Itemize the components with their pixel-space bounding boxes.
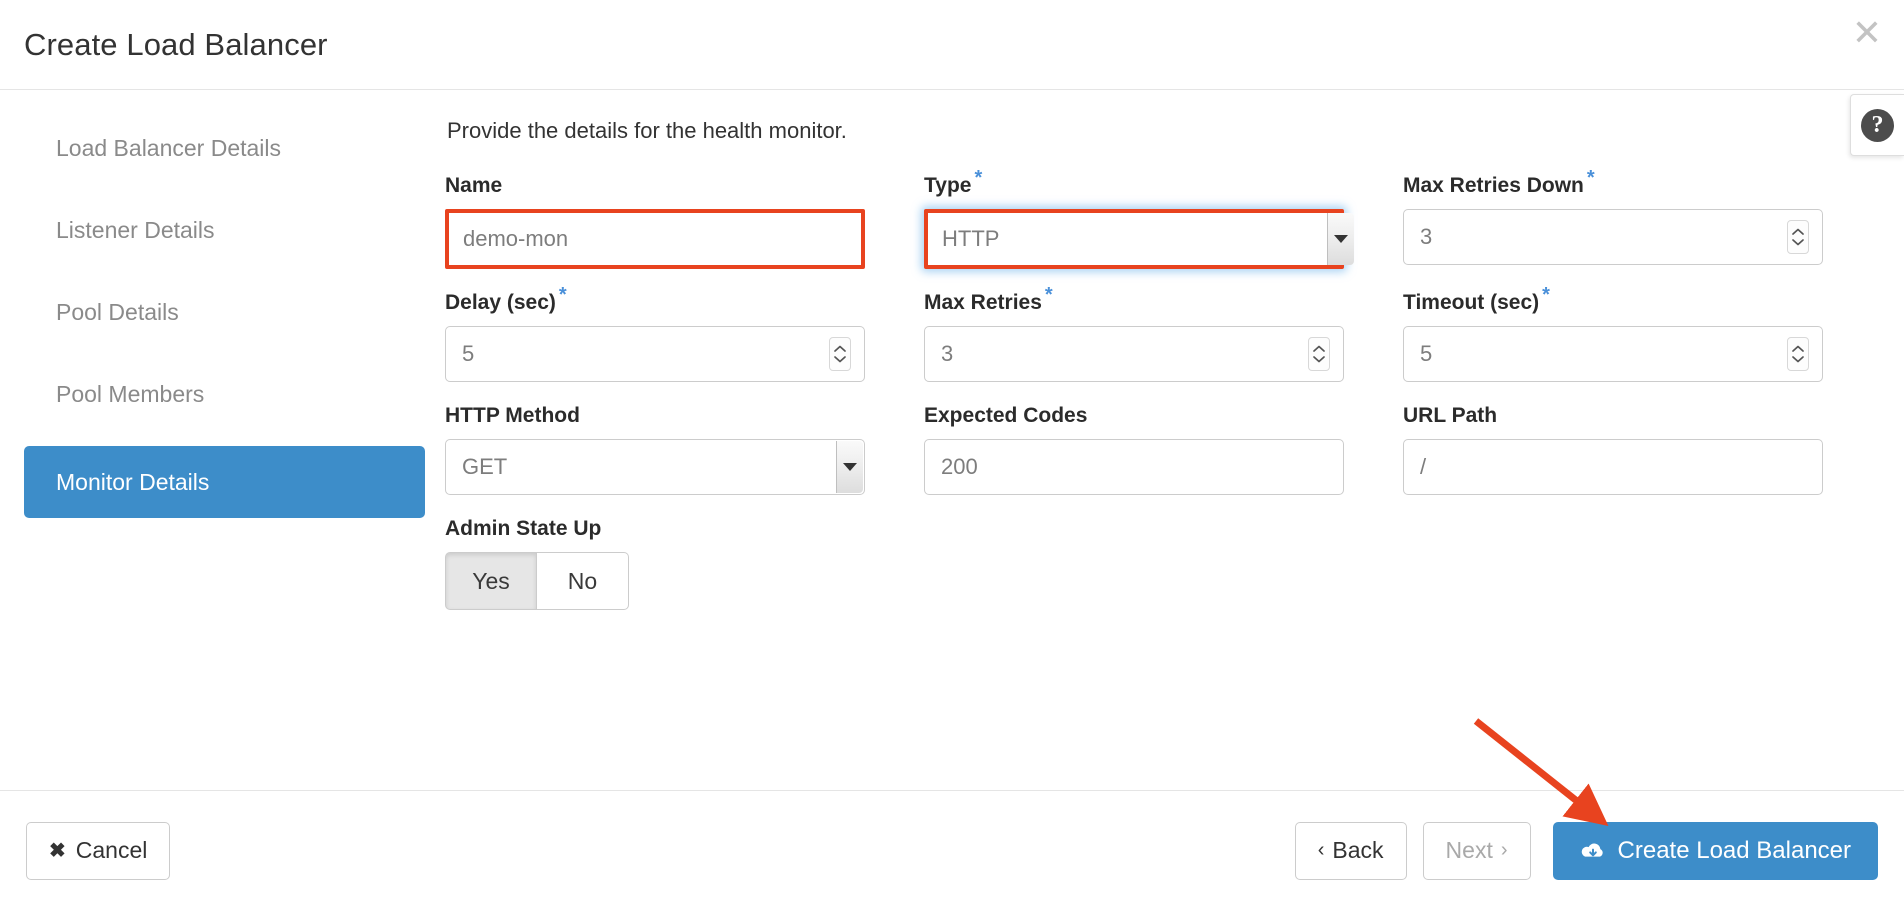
sidebar-item-load-balancer-details[interactable]: Load Balancer Details <box>24 118 425 178</box>
chevron-down-icon[interactable] <box>1327 213 1354 265</box>
number-stepper-icon[interactable] <box>1787 220 1809 254</box>
max-retries-input[interactable]: 3 <box>924 326 1344 382</box>
back-button[interactable]: ‹ Back <box>1294 821 1407 880</box>
admin-state-up-label: Admin State Up <box>445 517 865 541</box>
max-retries-label-text: Max Retries <box>924 291 1042 314</box>
type-select-value: HTTP <box>942 226 1000 251</box>
cancel-button[interactable]: ✖ Cancel <box>26 821 171 880</box>
sidebar-item-label: Listener Details <box>56 216 215 243</box>
number-stepper-icon[interactable] <box>1308 337 1330 371</box>
required-asterisk: * <box>1044 284 1053 306</box>
admin-state-up-yes[interactable]: Yes <box>445 552 537 610</box>
max-retries-down-value: 3 <box>1420 224 1433 249</box>
create-load-balancer-button-label: Create Load Balancer <box>1617 836 1851 864</box>
field-max-retries-down: Max Retries Down * 3 <box>1403 168 1823 269</box>
field-expected-codes: Expected Codes 200 <box>924 404 1344 495</box>
field-url-path: URL Path / <box>1403 404 1823 495</box>
cancel-button-label: Cancel <box>75 837 148 863</box>
sidebar-item-label: Pool Members <box>56 380 205 407</box>
timeout-input[interactable]: 5 <box>1403 326 1823 382</box>
url-path-input[interactable]: / <box>1403 439 1823 495</box>
admin-state-up-no[interactable]: No <box>537 552 629 610</box>
name-label-text: Name <box>445 174 503 197</box>
url-path-value: / <box>1420 454 1427 479</box>
field-admin-state-up: Admin State Up Yes No <box>445 517 865 610</box>
sidebar-item-label: Monitor Details <box>56 468 210 495</box>
delay-value: 5 <box>462 341 475 366</box>
url-path-label: URL Path <box>1403 404 1823 428</box>
type-label-text: Type <box>924 174 972 197</box>
chevron-right-icon: › <box>1500 839 1508 861</box>
question-mark-icon: ? <box>1861 108 1894 142</box>
sidebar-item-label: Pool Details <box>56 298 179 325</box>
type-select[interactable]: HTTP <box>924 209 1354 269</box>
url-path-label-text: URL Path <box>1403 404 1498 427</box>
form-row-1: Name demo-mon Type * HTTP Max Retries Do… <box>445 168 1864 269</box>
number-stepper-icon[interactable] <box>1787 337 1809 371</box>
admin-state-up-label-text: Admin State Up <box>445 517 602 540</box>
form-intro-text: Provide the details for the health monit… <box>447 118 847 143</box>
timeout-label-text: Timeout (sec) <box>1403 291 1540 314</box>
sidebar-item-monitor-details[interactable]: Monitor Details <box>24 446 425 518</box>
page-title: Create Load Balancer <box>24 27 328 62</box>
http-method-label-text: HTTP Method <box>445 404 580 427</box>
expected-codes-label: Expected Codes <box>924 404 1344 428</box>
create-load-balancer-button[interactable]: Create Load Balancer <box>1552 821 1878 880</box>
modal-body: Load Balancer Details Listener Details P… <box>0 90 1904 790</box>
chevron-down-icon[interactable] <box>836 441 863 493</box>
required-asterisk: * <box>1586 167 1595 189</box>
close-icon[interactable]: ✕ <box>1852 16 1882 52</box>
sidebar-item-label: Load Balancer Details <box>56 134 282 161</box>
field-http-method: HTTP Method GET <box>445 404 865 495</box>
field-timeout: Timeout (sec) * 5 <box>1403 285 1823 382</box>
modal-header: Create Load Balancer ✕ <box>0 0 1904 90</box>
http-method-label: HTTP Method <box>445 404 865 428</box>
monitor-details-form: Provide the details for the health monit… <box>445 118 1904 790</box>
expected-codes-label-text: Expected Codes <box>924 404 1088 427</box>
http-method-select[interactable]: GET <box>445 439 865 495</box>
field-type: Type * HTTP <box>924 168 1354 269</box>
next-button[interactable]: Next › <box>1422 821 1531 880</box>
field-max-retries: Max Retries * 3 <box>924 285 1344 382</box>
max-retries-value: 3 <box>941 341 954 366</box>
max-retries-label: Max Retries * <box>924 285 1344 315</box>
timeout-value: 5 <box>1420 341 1433 366</box>
back-button-label: Back <box>1332 837 1384 863</box>
name-input[interactable]: demo-mon <box>445 209 865 269</box>
help-button[interactable]: ? <box>1850 94 1904 156</box>
field-delay: Delay (sec) * 5 <box>445 285 865 382</box>
delay-label: Delay (sec) * <box>445 285 865 315</box>
required-asterisk: * <box>558 284 567 306</box>
expected-codes-input[interactable]: 200 <box>924 439 1344 495</box>
modal-footer: ✖ Cancel ‹ Back Next › Create Load Balan… <box>0 790 1904 910</box>
required-asterisk: * <box>974 167 983 189</box>
form-row-3: HTTP Method GET Expected Codes 200 URL P… <box>445 404 1864 495</box>
max-retries-down-input[interactable]: 3 <box>1403 209 1823 265</box>
number-stepper-icon[interactable] <box>829 337 851 371</box>
expected-codes-value: 200 <box>941 454 978 479</box>
max-retries-down-label: Max Retries Down * <box>1403 168 1823 198</box>
sidebar-item-pool-members[interactable]: Pool Members <box>24 364 425 424</box>
field-name: Name demo-mon <box>445 174 865 269</box>
name-label: Name <box>445 174 865 198</box>
form-row-2: Delay (sec) * 5 Max Retries * 3 Timeout … <box>445 285 1864 382</box>
delay-input[interactable]: 5 <box>445 326 865 382</box>
required-asterisk: * <box>1542 284 1550 306</box>
next-button-label: Next <box>1445 837 1493 863</box>
timeout-label: Timeout (sec) * <box>1403 285 1823 315</box>
name-input-value: demo-mon <box>463 226 569 251</box>
close-x-icon: ✖ <box>49 840 66 862</box>
delay-label-text: Delay (sec) <box>445 291 556 314</box>
sidebar-item-pool-details[interactable]: Pool Details <box>24 282 425 342</box>
wizard-sidebar: Load Balancer Details Listener Details P… <box>0 118 445 790</box>
admin-state-up-toggle[interactable]: Yes No <box>445 552 865 610</box>
create-load-balancer-modal: Create Load Balancer ✕ ? Load Balancer D… <box>0 0 1904 910</box>
cloud-download-icon <box>1580 841 1606 861</box>
type-label: Type * <box>924 168 1344 198</box>
chevron-left-icon: ‹ <box>1317 839 1325 861</box>
http-method-value: GET <box>462 454 508 479</box>
max-retries-down-label-text: Max Retries Down <box>1403 174 1584 197</box>
form-row-4: Admin State Up Yes No <box>445 517 1864 610</box>
sidebar-item-listener-details[interactable]: Listener Details <box>24 200 425 260</box>
